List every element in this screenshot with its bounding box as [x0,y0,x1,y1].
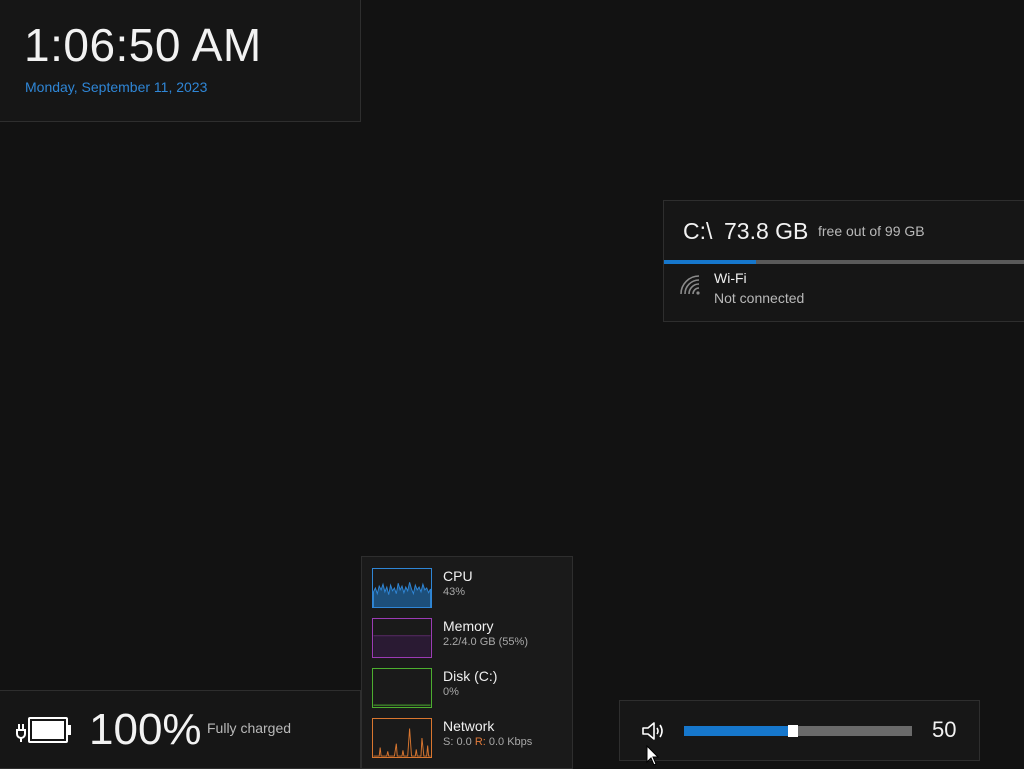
perf-cpu[interactable]: CPU 43% [372,568,567,610]
wifi-icon [680,275,700,295]
battery-charging-icon [16,717,71,743]
network-send: S: 0.0 [443,736,472,748]
perf-disk[interactable]: Disk (C:) 0% [372,668,567,710]
cpu-value: 43% [443,586,466,598]
volume-widget: 50 [619,700,980,761]
network-label: Network [443,718,495,734]
drive-usage-bar [664,260,1024,264]
perf-network[interactable]: Network S: 0.0 R: 0.0 Kbps [372,718,567,760]
network-value: S: 0.0 R: 0.0 Kbps [443,736,532,748]
battery-status: Fully charged [207,720,292,736]
drive-network-widget: C:\ 73.8 GB free out of 99 GB Wi-Fi Not … [663,200,1024,322]
perf-memory[interactable]: Memory 2.2/4.0 GB (55%) [372,618,567,660]
drive-usage-fill [664,260,757,264]
cpu-label: CPU [443,568,473,584]
wifi-status: Not connected [714,290,805,306]
clock-date: Monday, September 11, 2023 [25,79,208,95]
wifi-name: Wi-Fi [714,270,747,286]
memory-label: Memory [443,618,494,634]
drive-letter: C:\ [683,218,713,244]
memory-value: 2.2/4.0 GB (55%) [443,636,528,648]
volume-slider-fill [684,726,788,736]
drive-capacity-text: free out of 99 GB [818,223,925,239]
volume-value: 50 [932,717,957,742]
disk-label: Disk (C:) [443,668,498,684]
performance-widget: CPU 43% Memory 2.2/4.0 GB (55%) Disk (C:… [361,556,573,769]
clock-widget: 1:06:50 AM Monday, September 11, 2023 [0,0,361,122]
disk-value: 0% [443,686,459,698]
cpu-graph [372,568,432,608]
battery-percent: 100% [89,705,202,754]
battery-widget: 100% Fully charged [0,690,361,769]
disk-graph [372,668,432,708]
mouse-cursor-icon [646,745,660,766]
clock-time: 1:06:50 AM [24,19,262,71]
network-recv-label: R: [474,736,486,748]
volume-slider-thumb[interactable] [788,725,798,737]
network-recv: 0.0 Kbps [488,736,533,748]
volume-slider[interactable] [684,725,912,737]
speaker-icon[interactable] [640,719,668,743]
memory-graph [372,618,432,658]
drive-free-space: 73.8 GB [724,218,809,244]
network-graph [372,718,432,758]
